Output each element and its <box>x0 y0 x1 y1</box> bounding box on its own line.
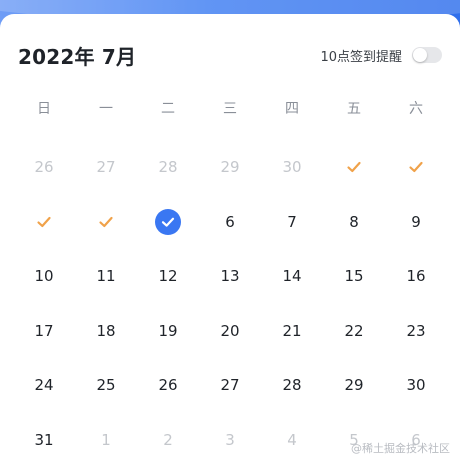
day-cell[interactable]: 25 <box>75 358 137 413</box>
day-cell[interactable]: 22 <box>323 304 385 359</box>
day-cell[interactable]: 29 <box>199 140 261 195</box>
day-cell[interactable]: 3 <box>199 413 261 460</box>
day-cell[interactable]: 27 <box>199 358 261 413</box>
day-number: 14 <box>282 267 302 286</box>
day-number: 3 <box>225 430 235 449</box>
month-title: 2022年 7月 <box>18 44 137 69</box>
check-icon <box>406 157 426 177</box>
weekday-sat: 六 <box>409 101 423 117</box>
day-cell[interactable]: 19 <box>137 304 199 359</box>
day-cell[interactable]: 17 <box>13 304 75 359</box>
check-icon <box>96 212 116 232</box>
day-cell[interactable]: 27 <box>75 140 137 195</box>
toggle-knob <box>413 48 427 62</box>
day-number: 22 <box>344 321 364 340</box>
day-number: 26 <box>34 158 54 177</box>
day-number: 27 <box>96 158 116 177</box>
day-cell[interactable]: 28 <box>137 140 199 195</box>
day-number: 9 <box>411 212 421 231</box>
calendar-header: 2022年 7月 10点签到提醒 <box>18 38 442 72</box>
day-number: 20 <box>220 321 240 340</box>
day-cell[interactable]: 9 <box>385 195 447 250</box>
calendar-card: 2022年 7月 10点签到提醒 日 一 二 三 四 五 六 26 27 28 29 3… <box>0 14 460 460</box>
day-cell[interactable]: 2 <box>137 413 199 460</box>
weekday-wed: 三 <box>223 101 237 117</box>
weekday-row: 日 一 二 三 四 五 六 <box>0 98 460 118</box>
day-number: 16 <box>406 267 426 286</box>
day-number: 4 <box>287 430 297 449</box>
check-icon <box>344 157 364 177</box>
day-number: 18 <box>96 321 116 340</box>
day-number: 11 <box>96 267 116 286</box>
check-circle-icon <box>155 208 181 235</box>
day-cell[interactable]: 7 <box>261 195 323 250</box>
day-cell[interactable]: 30 <box>385 358 447 413</box>
day-number: 12 <box>158 267 178 286</box>
day-cell[interactable]: 8 <box>323 195 385 250</box>
day-cell[interactable]: 10 <box>13 249 75 304</box>
weekday-mon: 一 <box>99 101 113 117</box>
day-cell[interactable] <box>323 140 385 195</box>
day-number: 26 <box>158 376 178 395</box>
day-number: 29 <box>220 158 240 177</box>
day-cell[interactable]: 28 <box>261 358 323 413</box>
day-number: 30 <box>406 376 426 395</box>
day-number: 25 <box>96 376 116 395</box>
day-cell[interactable]: 14 <box>261 249 323 304</box>
day-cell[interactable]: 1 <box>75 413 137 460</box>
day-cell[interactable]: 6 <box>199 195 261 250</box>
day-number: 17 <box>34 321 54 340</box>
day-cell[interactable]: 26 <box>13 140 75 195</box>
day-cell[interactable]: 20 <box>199 304 261 359</box>
day-cell[interactable] <box>75 195 137 250</box>
calendar-screen: 2022年 7月 10点签到提醒 日 一 二 三 四 五 六 26 27 28 29 3… <box>0 0 460 460</box>
day-cell[interactable]: 24 <box>13 358 75 413</box>
day-cell[interactable] <box>137 195 199 250</box>
weekday-tue: 二 <box>161 101 175 117</box>
check-icon <box>34 212 54 232</box>
weekday-fri: 五 <box>347 101 361 117</box>
day-number: 27 <box>220 376 240 395</box>
weekday-sun: 日 <box>37 101 51 117</box>
day-cell[interactable]: 15 <box>323 249 385 304</box>
day-cell[interactable]: 30 <box>261 140 323 195</box>
day-cell[interactable]: 31 <box>13 413 75 460</box>
day-number: 23 <box>406 321 426 340</box>
day-cell[interactable]: 12 <box>137 249 199 304</box>
day-number: 21 <box>282 321 302 340</box>
reminder-label: 10点签到提醒 <box>320 49 402 65</box>
day-number: 30 <box>282 158 302 177</box>
day-number: 29 <box>344 376 364 395</box>
day-cell[interactable]: 4 <box>261 413 323 460</box>
day-cell[interactable]: 16 <box>385 249 447 304</box>
day-number: 24 <box>34 376 54 395</box>
day-number: 6 <box>225 212 235 231</box>
day-number: 10 <box>34 267 54 286</box>
day-number: 1 <box>101 430 111 449</box>
day-number: 31 <box>34 430 54 449</box>
day-grid: 26 27 28 29 30 6 7 8 9 10 11 12 13 14 15 16 17 18 19 20 21 22… <box>0 140 460 460</box>
day-number: 13 <box>220 267 240 286</box>
day-cell[interactable] <box>13 195 75 250</box>
day-cell[interactable]: 13 <box>199 249 261 304</box>
day-cell[interactable]: 21 <box>261 304 323 359</box>
watermark: @稀土掘金技术社区 <box>351 442 450 455</box>
day-cell[interactable]: 23 <box>385 304 447 359</box>
day-cell[interactable]: 26 <box>137 358 199 413</box>
day-cell[interactable]: 18 <box>75 304 137 359</box>
day-number: 15 <box>344 267 364 286</box>
reminder-toggle[interactable] <box>412 47 442 63</box>
day-number: 19 <box>158 321 178 340</box>
reminder-setting: 10点签到提醒 <box>320 46 442 65</box>
day-number: 7 <box>287 212 297 231</box>
weekday-thu: 四 <box>285 101 299 117</box>
day-number: 2 <box>163 430 173 449</box>
day-number: 8 <box>349 212 359 231</box>
day-cell[interactable]: 29 <box>323 358 385 413</box>
day-cell[interactable] <box>385 140 447 195</box>
day-number: 28 <box>282 376 302 395</box>
day-cell[interactable]: 11 <box>75 249 137 304</box>
day-number: 28 <box>158 158 178 177</box>
